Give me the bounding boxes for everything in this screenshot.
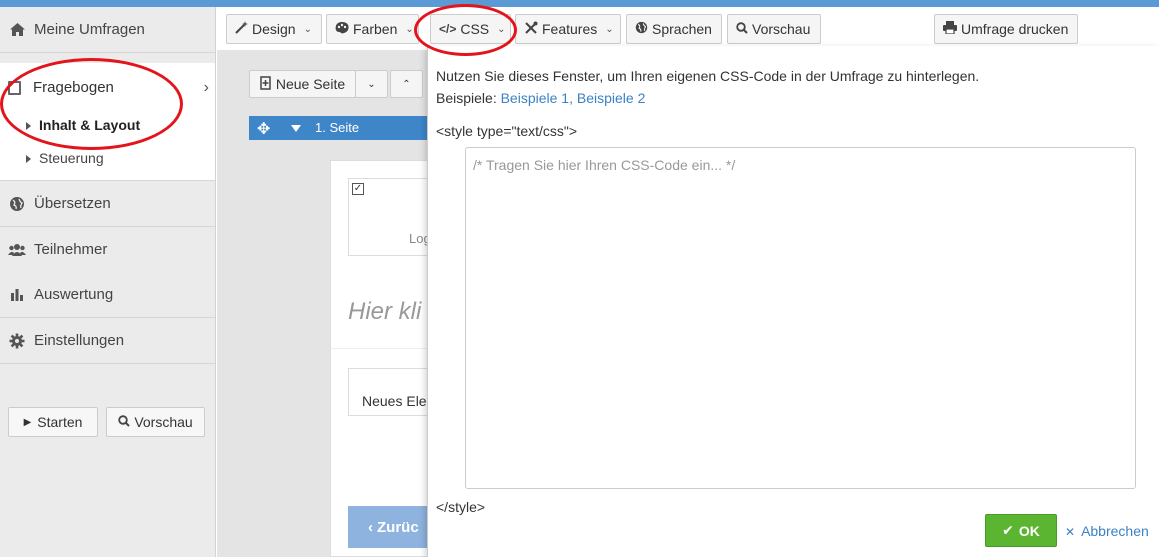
caret-right-icon: [26, 122, 31, 131]
cancel-button[interactable]: ✕ Abbrechen: [1065, 523, 1149, 539]
users-icon: [8, 241, 26, 259]
play-icon: ▶: [23, 416, 32, 428]
chevron-right-icon[interactable]: ›: [204, 79, 209, 97]
collapse-triangle-icon[interactable]: [291, 125, 301, 132]
move-icon[interactable]: ✥: [257, 119, 270, 139]
features-button[interactable]: Features ⌄: [515, 14, 621, 44]
toolbar-preview-button[interactable]: Vorschau: [727, 14, 821, 44]
chevron-up-icon: ⌃: [402, 78, 411, 90]
dialog-examples: Beispiele: Beispiele 1, Beispiele 2: [436, 90, 646, 106]
css-button[interactable]: </> CSS ⌄: [430, 14, 511, 44]
code-icon: </>: [439, 22, 457, 36]
dialog-intro-text: Nutzen Sie dieses Fenster, um Ihren eige…: [436, 68, 980, 84]
new-page-dropdown-button[interactable]: ⌄: [355, 70, 388, 98]
sidebar-subitem-steuerung[interactable]: Steuerung: [26, 150, 104, 166]
check-icon: ✔: [1002, 522, 1014, 538]
css-code-input[interactable]: [465, 147, 1136, 489]
checkbox-checked-icon[interactable]: ✓: [352, 183, 364, 195]
print-survey-button[interactable]: Umfrage drucken: [934, 14, 1078, 44]
palette-icon: [335, 21, 349, 37]
farben-button[interactable]: Farben ⌄: [326, 14, 419, 44]
globe-icon: [635, 21, 648, 37]
style-close-tag: </style>: [436, 499, 486, 515]
style-open-tag: <style type="text/css">: [436, 123, 578, 139]
css-dialog: Nutzen Sie dieses Fenster, um Ihren eige…: [427, 46, 1159, 557]
printer-icon: [943, 21, 957, 37]
chevron-down-icon: ⌄: [497, 23, 506, 35]
chevron-down-icon: ⌄: [605, 23, 614, 35]
sidebar-item-fragebogen[interactable]: Fragebogen: [33, 79, 114, 96]
sidebar-item-label: Meine Umfragen: [34, 21, 145, 38]
close-icon: ✕: [1065, 525, 1076, 539]
sidebar-item-auswertung[interactable]: Auswertung: [0, 272, 215, 318]
caret-right-icon: [26, 155, 31, 164]
gear-icon: [8, 332, 26, 350]
back-button[interactable]: ‹ Zurüc: [348, 506, 428, 548]
bar-chart-icon: [8, 286, 26, 304]
chevron-down-icon: ⌄: [303, 23, 312, 35]
design-button[interactable]: Design ⌄: [226, 14, 322, 44]
chevron-down-icon: ⌄: [405, 23, 414, 35]
home-icon: [8, 21, 26, 39]
divider: [331, 348, 441, 349]
new-element-block[interactable]: Neues Ele: [348, 368, 438, 416]
tools-icon: [524, 21, 538, 38]
logo-block[interactable]: ✓ Log: [348, 178, 438, 256]
sidebar-item-meine-umfragen[interactable]: Meine Umfragen: [0, 7, 215, 53]
magic-wand-icon: [235, 21, 248, 37]
sidebar-group-fragebogen: Fragebogen › Inhalt & Layout Steuerung: [0, 63, 215, 181]
sprachen-button[interactable]: Sprachen: [626, 14, 722, 44]
chevron-left-icon: ‹: [368, 518, 373, 536]
top-accent-bar: [0, 0, 1159, 7]
ok-button[interactable]: ✔ OK: [985, 514, 1057, 547]
globe-icon: [8, 195, 26, 213]
sidebar-item-teilnehmer[interactable]: Teilnehmer: [0, 227, 215, 273]
new-page-button[interactable]: Neue Seite: [249, 70, 356, 98]
title-placeholder[interactable]: Hier kli: [348, 298, 421, 326]
search-icon: [118, 414, 131, 430]
sidebar: Meine Umfragen Fragebogen › Inhalt & Lay…: [0, 7, 216, 557]
sidebar-preview-button[interactable]: Vorschau: [106, 407, 205, 437]
page-label: 1. Seite: [315, 120, 360, 135]
add-page-icon: [260, 75, 272, 93]
sidebar-subitem-inhalt-layout[interactable]: Inhalt & Layout: [26, 117, 140, 133]
sidebar-item-uebersetzen[interactable]: Übersetzen: [0, 181, 215, 227]
search-icon: [736, 21, 748, 37]
chevron-down-icon: ⌄: [367, 78, 376, 90]
move-up-button[interactable]: ⌃: [390, 70, 423, 98]
start-button[interactable]: ▶ Starten: [8, 407, 98, 437]
sidebar-item-einstellungen[interactable]: Einstellungen: [0, 318, 215, 364]
examples-link[interactable]: Beispiele 1, Beispiele 2: [501, 90, 646, 106]
questionnaire-icon: [8, 81, 21, 95]
